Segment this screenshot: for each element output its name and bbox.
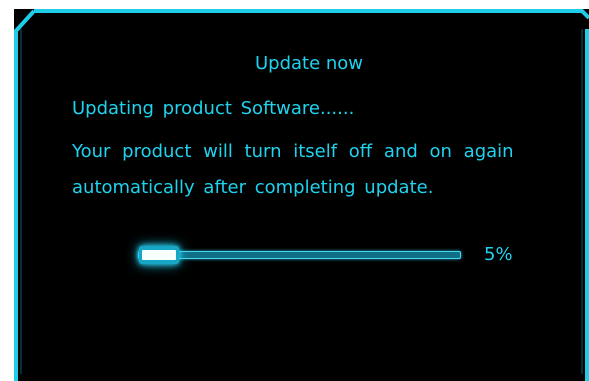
message-line-2: automatically after completing update. [72,177,434,198]
message-line-1: Your product will turn itself off and on… [72,141,514,162]
progress-fill [139,246,179,264]
progress-percent: 5% [484,244,513,265]
progress-fill-core [142,250,176,260]
status-text: Updating product Software...... [72,98,355,119]
progress-bar [138,246,461,264]
dialog-title: Update now [254,53,364,74]
update-screen: Update now Updating product Software....… [14,9,589,381]
